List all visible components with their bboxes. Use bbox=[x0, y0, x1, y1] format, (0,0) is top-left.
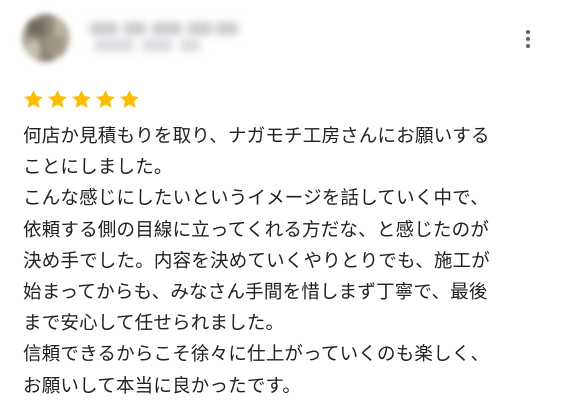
review-text: 何店か見積もりを取り、ナガモチ工房さんにお願いする ことにしました。こんな感じにし… bbox=[23, 121, 558, 402]
review-text-line: お願いして本当に良かったです。 bbox=[23, 375, 302, 397]
star-icon bbox=[46, 88, 69, 111]
avatar[interactable] bbox=[22, 14, 70, 62]
star-rating bbox=[22, 88, 141, 112]
review-text-line: 始まってからも、みなさん手間を惜しまず丁寧で、最後 bbox=[23, 282, 488, 304]
review-text-line: 何店か見積もりを取り、ナガモチ工房さんにお願いする bbox=[23, 126, 490, 147]
review-header bbox=[22, 14, 552, 64]
star-icon bbox=[70, 88, 93, 111]
review-card: 何店か見積もりを取り、ナガモチ工房さんにお願いする ことにしました。こんな感じにし… bbox=[0, 0, 573, 418]
star-icon bbox=[118, 88, 141, 111]
star-icon bbox=[22, 88, 45, 111]
star-icon bbox=[94, 88, 117, 111]
review-text-line: ことにしました。 bbox=[23, 157, 173, 179]
review-text-line: まで安心して任せられました。 bbox=[23, 313, 285, 335]
more-options-button[interactable] bbox=[518, 26, 538, 52]
review-text-line: 依頼する側の目線に立ってくれる方だな、と感じたのが bbox=[23, 219, 490, 241]
review-text-line: 信頼できるからこそ徐々に仕上がっていくのも楽しく、 bbox=[23, 344, 490, 366]
review-text-line: 決め手でした。内容を決めていくやりとりでも、施工が bbox=[23, 250, 490, 272]
review-text-line: こんな感じにしたいというイメージを話していく中で、 bbox=[23, 188, 489, 210]
reviewer-name-blurred[interactable] bbox=[90, 22, 238, 52]
more-vert-icon bbox=[526, 30, 530, 34]
